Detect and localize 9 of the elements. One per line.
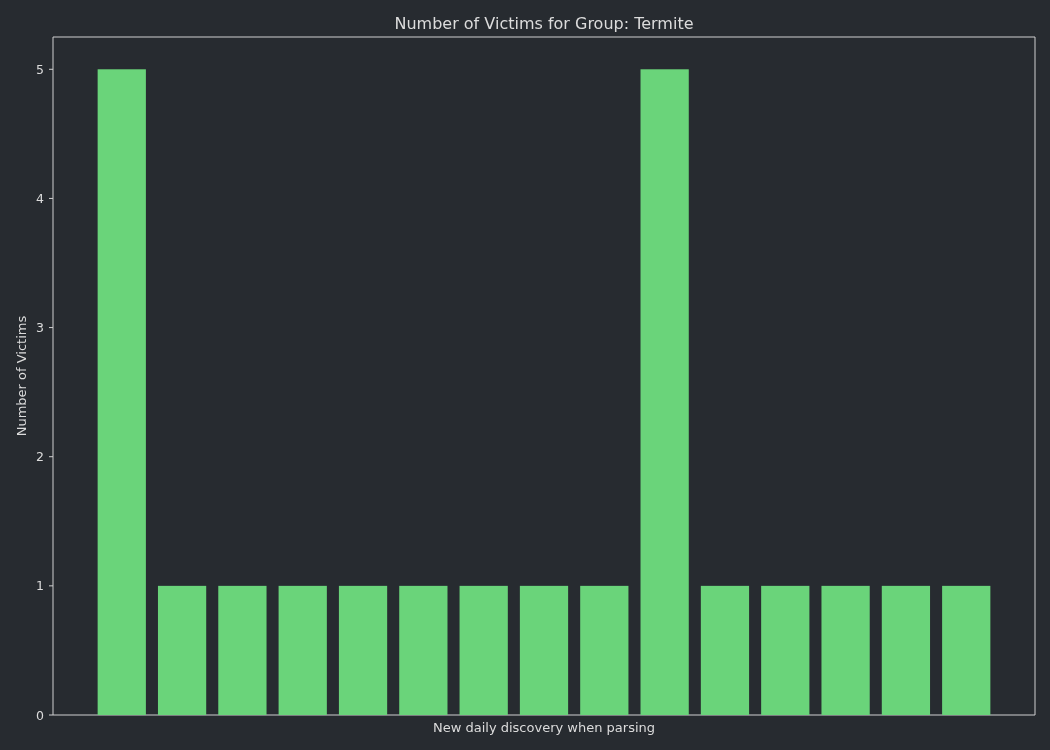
y-tick-label: 0 xyxy=(36,707,44,723)
x-axis-label: New daily discovery when parsing xyxy=(433,720,655,735)
y-axis-label: Number of Victims xyxy=(14,315,29,437)
y-tick-label: 5 xyxy=(36,61,44,77)
chart-title: Number of Victims for Group: Termite xyxy=(394,14,694,33)
y-tick-label: 1 xyxy=(36,578,44,594)
y-tick-label: 3 xyxy=(36,320,44,336)
y-tick-label: 4 xyxy=(36,190,44,206)
y-tick-label: 2 xyxy=(36,449,44,465)
